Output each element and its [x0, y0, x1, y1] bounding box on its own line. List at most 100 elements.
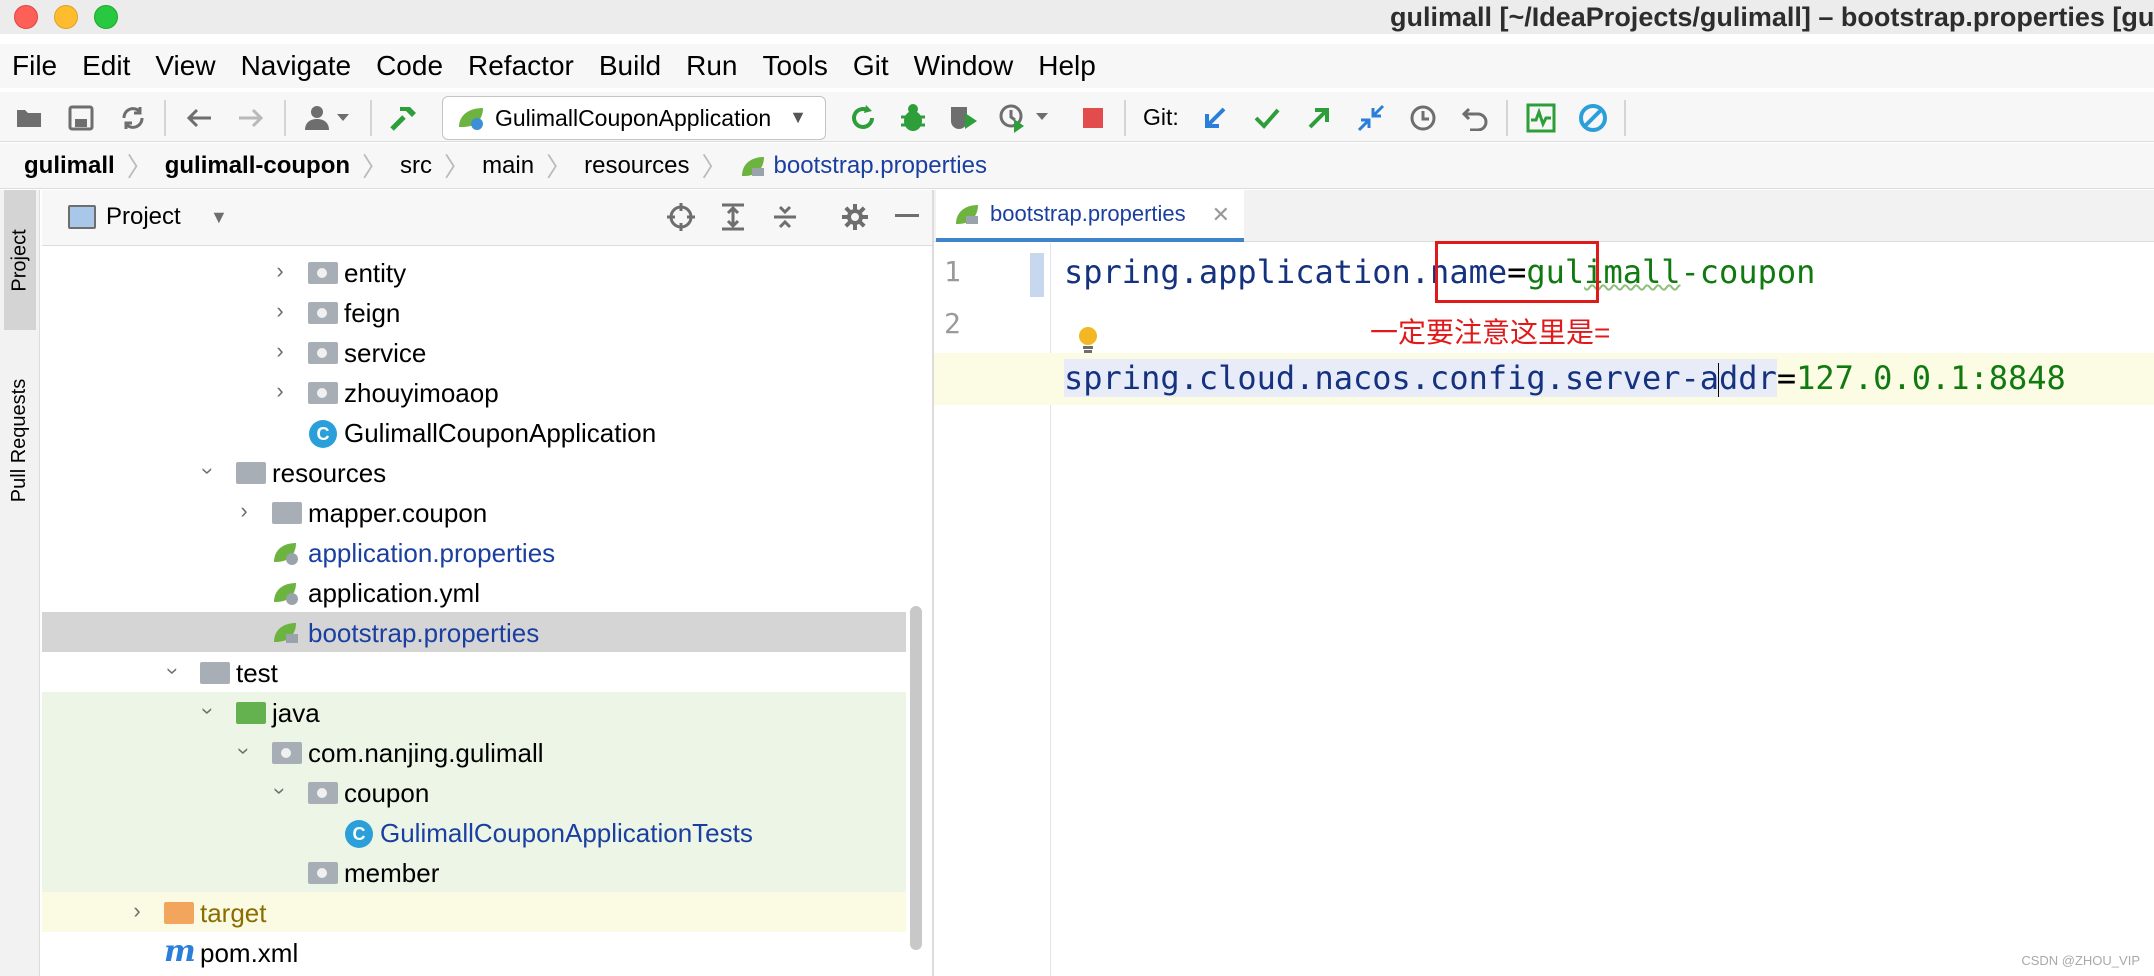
activity-monitor-icon[interactable] [1524, 101, 1558, 135]
no-entry-icon[interactable] [1576, 101, 1610, 135]
menu-run[interactable]: Run [686, 50, 737, 82]
tree-item-feign[interactable]: › feign [42, 292, 906, 332]
tree-item-entity[interactable]: › entity [42, 252, 906, 292]
project-window-icon [68, 205, 96, 229]
debug-bug-icon[interactable] [896, 101, 930, 135]
expand-all-icon[interactable] [716, 200, 750, 234]
tree-item-service[interactable]: › service [42, 332, 906, 372]
tree-item-java[interactable]: › java [42, 692, 906, 732]
chevron-down-icon[interactable]: ▼ [210, 207, 228, 228]
menu-view[interactable]: View [155, 50, 215, 82]
tree-item-zhouyimoaop[interactable]: › zhouyimoaop [42, 372, 906, 412]
tree-item-label: member [344, 858, 440, 888]
menu-edit[interactable]: Edit [82, 50, 130, 82]
tree-item-target[interactable]: › target [42, 892, 906, 932]
lightbulb-icon[interactable] [1076, 325, 1100, 355]
breadcrumb-gulimall[interactable]: gulimall [24, 152, 115, 180]
line-number: 2 [944, 307, 961, 340]
chevron-down-icon[interactable]: › [231, 740, 257, 762]
tree-item-test[interactable]: › test [42, 652, 906, 692]
title-bar: gulimall [~/IdeaProjects/gulimall] – boo… [0, 0, 2154, 34]
rollback-icon[interactable] [1458, 101, 1492, 135]
minimize-panel-icon[interactable] [890, 200, 924, 234]
gear-icon[interactable] [838, 200, 872, 234]
chevron-down-icon[interactable]: › [267, 780, 293, 802]
chevron-right-icon[interactable]: › [269, 258, 291, 284]
tree-item-gulimall-coupon-application[interactable]: C GulimallCouponApplication [42, 412, 906, 452]
menu-refactor[interactable]: Refactor [468, 50, 574, 82]
coverage-icon[interactable] [946, 101, 980, 135]
breadcrumb-gulimall-coupon[interactable]: gulimall-coupon [165, 152, 350, 180]
chevron-right-icon[interactable]: › [233, 498, 255, 524]
history-clock-icon[interactable] [1406, 101, 1440, 135]
chevron-down-icon: ▼ [789, 107, 807, 127]
tree-item-application-properties[interactable]: application.properties [42, 532, 906, 572]
run-configuration-label: GulimallCouponApplication [495, 104, 772, 131]
project-tool-tab-label: Project [8, 228, 31, 292]
menu-git[interactable]: Git [853, 50, 889, 82]
editor-tab-bar: bootstrap.properties ✕ [934, 190, 2154, 242]
menu-tools[interactable]: Tools [762, 50, 827, 82]
tree-item-label: coupon [344, 778, 430, 808]
editor-tab-bootstrap-properties[interactable]: bootstrap.properties ✕ [936, 190, 1244, 242]
pull-requests-tool-tab[interactable]: Pull Requests [4, 350, 36, 530]
maximize-window-button[interactable] [94, 5, 118, 29]
tree-item-bootstrap-properties[interactable]: bootstrap.properties [42, 612, 906, 652]
build-hammer-icon[interactable] [386, 101, 420, 135]
chevron-down-icon[interactable]: › [195, 460, 221, 482]
run-configuration-selector[interactable]: GulimallCouponApplication ▼ [442, 96, 826, 140]
forward-arrow-icon[interactable] [234, 101, 268, 135]
git-commit-icon[interactable] [1250, 101, 1284, 135]
menu-navigate[interactable]: Navigate [241, 50, 352, 82]
open-folder-icon[interactable] [12, 101, 46, 135]
chevron-right-icon[interactable]: › [269, 298, 291, 324]
chevron-down-icon[interactable]: › [195, 700, 221, 722]
menu-file[interactable]: File [12, 50, 57, 82]
chevron-down-icon[interactable]: › [160, 660, 186, 682]
tree-item-label: com.nanjing.gulimall [308, 738, 544, 768]
tree-item-coupon[interactable]: › coupon [42, 772, 906, 812]
breadcrumb-src[interactable]: src [400, 152, 432, 180]
menu-help[interactable]: Help [1038, 50, 1096, 82]
rerun-icon[interactable] [846, 101, 880, 135]
git-update-icon[interactable] [1198, 101, 1232, 135]
close-tab-icon[interactable]: ✕ [1212, 202, 1230, 228]
menu-window[interactable]: Window [914, 50, 1014, 82]
breadcrumb-resources[interactable]: resources [584, 152, 689, 180]
user-dropdown-icon[interactable] [302, 101, 358, 135]
git-merge-icon[interactable] [1354, 101, 1388, 135]
code-line-3: spring.cloud.nacos.config.server-addr=12… [1064, 359, 2066, 397]
project-tool-tab[interactable]: Project [4, 190, 36, 330]
project-panel-title[interactable]: Project [106, 203, 181, 231]
project-tree-scrollbar[interactable] [910, 606, 922, 950]
tree-item-mapper-coupon[interactable]: › mapper.coupon [42, 492, 906, 532]
tree-item-label: target [200, 898, 267, 928]
stop-icon[interactable] [1076, 101, 1110, 135]
minimize-window-button[interactable] [54, 5, 78, 29]
tree-item-application-yml[interactable]: application.yml [42, 572, 906, 612]
tree-item-resources[interactable]: › resources [42, 452, 906, 492]
tree-item-member[interactable]: member [42, 852, 906, 892]
back-arrow-icon[interactable] [182, 101, 216, 135]
collapse-all-icon[interactable] [768, 200, 802, 234]
tree-item-gulimall-coupon-application-tests[interactable]: C GulimallCouponApplicationTests [42, 812, 906, 852]
close-window-button[interactable] [14, 5, 38, 29]
profiler-icon[interactable] [996, 101, 1056, 135]
menu-build[interactable]: Build [599, 50, 661, 82]
tree-item-pom-xml[interactable]: m pom.xml [42, 932, 906, 972]
menu-code[interactable]: Code [376, 50, 443, 82]
synchronize-icon[interactable] [116, 101, 150, 135]
git-push-icon[interactable] [1302, 101, 1336, 135]
locate-crosshair-icon[interactable] [664, 200, 698, 234]
breadcrumb-bootstrap-properties[interactable]: bootstrap.properties [740, 152, 987, 180]
chevron-right-icon[interactable]: › [126, 898, 148, 924]
chevron-right-icon[interactable]: › [269, 378, 291, 404]
main-toolbar: GulimallCouponApplication ▼ Git: [0, 92, 2154, 142]
breadcrumb-main[interactable]: main [482, 152, 534, 180]
save-all-icon[interactable] [64, 101, 98, 135]
pull-requests-tool-tab-label: Pull Requests [8, 378, 31, 502]
code-editor[interactable]: spring.application.name=gulimall-coupon … [934, 241, 2154, 976]
chevron-right-icon[interactable]: › [269, 338, 291, 364]
tree-item-com-nanjing-gulimall[interactable]: › com.nanjing.gulimall [42, 732, 906, 772]
tree-item-label: feign [344, 298, 401, 328]
